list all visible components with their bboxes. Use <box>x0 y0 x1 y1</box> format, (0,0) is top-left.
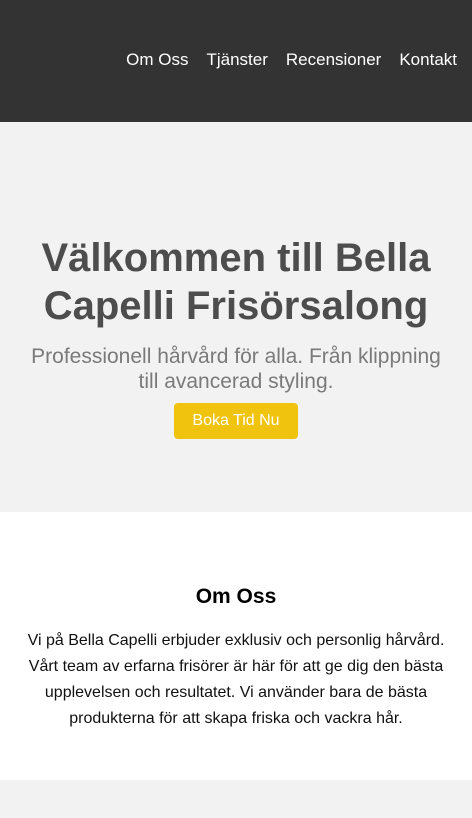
about-section: Om Oss Vi på Bella Capelli erbjuder exkl… <box>0 512 472 780</box>
hero-subtitle: Professionell hårvård för alla. Från kli… <box>31 345 441 393</box>
about-text: Vi på Bella Capelli erbjuder exklusiv oc… <box>27 632 445 727</box>
next-section <box>0 780 472 818</box>
nav-link-tjanster[interactable]: Tjänster <box>206 50 267 70</box>
site-header: Om Oss Tjänster Recensioner Kontakt <box>0 0 472 122</box>
about-title: Om Oss <box>195 585 277 608</box>
book-appointment-button[interactable]: Boka Tid Nu <box>174 403 298 439</box>
nav-link-recensioner[interactable]: Recensioner <box>286 50 381 70</box>
hero-section: Välkommen till Bella Capelli Frisörsalon… <box>0 122 472 512</box>
nav-link-kontakt[interactable]: Kontakt <box>399 50 457 70</box>
nav-link-om-oss[interactable]: Om Oss <box>126 50 188 70</box>
main-nav: Om Oss Tjänster Recensioner Kontakt <box>126 50 457 70</box>
hero-title: Välkommen till Bella Capelli Frisörsalon… <box>41 236 431 328</box>
